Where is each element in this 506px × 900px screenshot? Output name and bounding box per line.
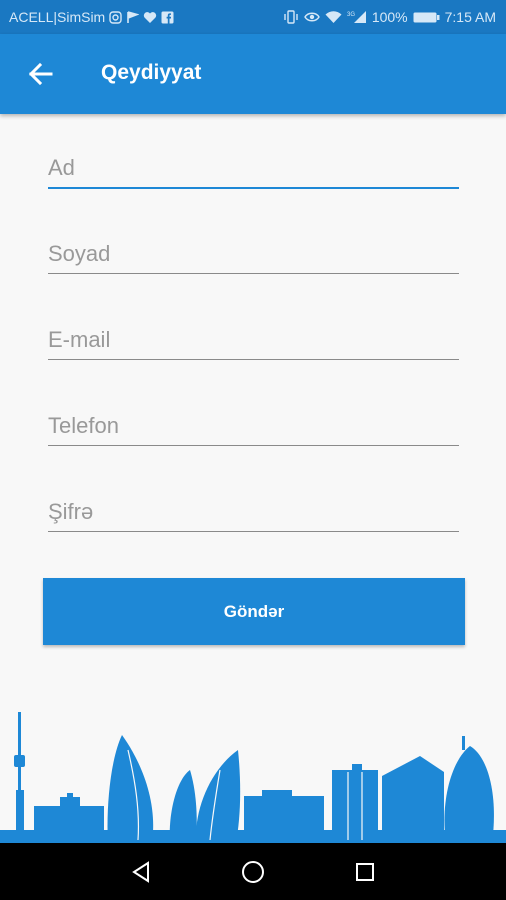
nav-recents-button[interactable] (350, 857, 380, 887)
password-input[interactable] (48, 492, 459, 531)
battery-percent: 100% (371, 9, 408, 25)
signal-icon: 3G (347, 10, 367, 24)
status-bar: ACELL|SimSim 3G 100% 7:15 AM (0, 0, 506, 34)
eye-icon (303, 11, 320, 23)
app-bar: Qeydiyyat (0, 34, 506, 114)
password-field-container (48, 492, 459, 532)
surname-field-container (48, 234, 459, 274)
wifi-icon (325, 10, 342, 24)
name-input[interactable] (48, 149, 459, 187)
page-title: Qeydiyyat (101, 61, 202, 84)
email-field-container (48, 320, 459, 360)
name-field-container (48, 149, 459, 189)
instagram-icon (109, 10, 122, 24)
status-left: ACELL|SimSim (9, 9, 174, 25)
facebook-icon (161, 11, 174, 24)
status-right: 3G 100% 7:15 AM (283, 9, 496, 25)
phone-field-container (48, 406, 459, 446)
nav-back-button[interactable] (126, 857, 156, 887)
submit-button[interactable]: Göndər (43, 578, 465, 645)
carrier-label: ACELL|SimSim (9, 9, 106, 25)
vibrate-icon (283, 10, 299, 24)
flag-icon (126, 10, 140, 24)
heart-icon (143, 11, 157, 24)
surname-input[interactable] (48, 234, 459, 273)
svg-text:3G: 3G (347, 12, 355, 18)
arrow-left-icon (28, 62, 53, 86)
back-button[interactable] (24, 58, 56, 90)
back-triangle-icon (132, 861, 149, 883)
email-input[interactable] (48, 320, 459, 359)
nav-home-button[interactable] (238, 857, 268, 887)
baku-skyline-illustration (0, 712, 506, 843)
home-circle-icon (242, 861, 264, 883)
recents-square-icon (356, 863, 374, 881)
clock: 7:15 AM (444, 9, 496, 25)
phone-input[interactable] (48, 406, 459, 445)
battery-icon (413, 11, 440, 24)
system-nav-bar (0, 843, 506, 900)
